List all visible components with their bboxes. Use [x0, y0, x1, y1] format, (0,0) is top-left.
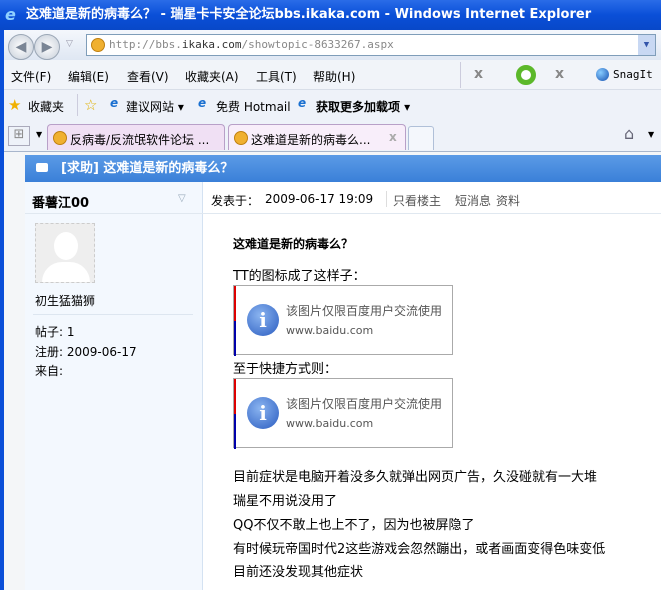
tab-forum[interactable]: 反病毒/反流氓软件论坛 ...	[47, 124, 225, 150]
author-registered: 注册: 2009-06-17	[35, 345, 137, 359]
author-name[interactable]: 番薯江00	[32, 192, 89, 211]
address-dropdown-icon[interactable]: ▼	[638, 35, 655, 55]
snagit-icon	[596, 68, 609, 81]
home-icon[interactable]: ⌂	[624, 124, 634, 143]
menu-edit[interactable]: 编辑(E)	[68, 68, 109, 85]
post-text: TT的图标成了这样子：	[233, 269, 366, 284]
post-text: 瑞星不用说没用了	[233, 494, 338, 509]
menu-file[interactable]: 文件(F)	[11, 68, 51, 85]
info-icon: i	[247, 304, 279, 336]
divider	[33, 314, 193, 315]
history-dropdown-icon[interactable]: ▽	[66, 39, 73, 49]
post-text: 至于快捷方式则：	[233, 362, 338, 377]
toolbar-close-button[interactable]: x	[474, 66, 483, 82]
image-placeholder: i 该图片仅限百度用户交流使用 www.baidu.com	[233, 285, 453, 356]
message-link[interactable]: 短消息	[455, 192, 491, 209]
profile-link[interactable]: 资料	[496, 192, 520, 209]
snagit-button[interactable]: SnagIt	[613, 68, 653, 81]
url-path: /showtopic-8633267.aspx	[241, 38, 394, 51]
hotmail-link[interactable]: 免费 Hotmail	[216, 98, 291, 115]
page-icon: e	[198, 96, 207, 110]
menu-view[interactable]: 查看(V)	[127, 68, 169, 85]
post-text: 目前还没发现其他症状	[233, 565, 364, 580]
title-bar: 这难道是新的病毒么？ - 瑞星卡卡安全论坛bbs.ikaka.com - Win…	[0, 0, 661, 30]
divider	[77, 94, 78, 116]
menu-tools[interactable]: 工具(T)	[256, 68, 297, 85]
new-tab-button[interactable]	[408, 126, 434, 150]
favorites-button[interactable]: 收藏夹	[28, 98, 64, 115]
addons-link[interactable]: 获取更多加载项 ▾	[316, 98, 410, 115]
url-prefix: http://bbs.	[109, 38, 182, 51]
ie-icon: e	[5, 5, 16, 24]
comment-icon	[36, 163, 48, 172]
site-favicon	[234, 131, 248, 145]
page-icon: e	[298, 96, 307, 110]
thread-header: [求助] 这难道是新的病毒么？	[25, 155, 661, 182]
author-from: 来自:	[35, 364, 64, 378]
url-domain: ikaka.com	[181, 38, 242, 51]
author-menu-icon[interactable]: ▽	[178, 193, 186, 204]
image-notice: 该图片仅限百度用户交流使用	[286, 304, 443, 318]
address-bar[interactable]: http://bbs.ikaka.com/showtopic-8633267.a…	[86, 34, 656, 56]
menu-help[interactable]: 帮助(H)	[313, 68, 355, 85]
posted-label: 发表于：	[211, 194, 260, 208]
info-icon: i	[247, 397, 279, 429]
window-title: 这难道是新的病毒么？ - 瑞星卡卡安全论坛bbs.ikaka.com - Win…	[26, 7, 592, 22]
author-rank: 初生猛猫狮	[35, 294, 96, 308]
star-icon: ★	[8, 96, 22, 114]
thread-title: [求助] 这难道是新的病毒么？	[61, 161, 234, 176]
site-favicon	[53, 131, 67, 145]
home-dropdown-icon[interactable]: ▼	[648, 130, 654, 139]
forward-button[interactable]: ▶	[34, 34, 60, 60]
tab-label: 反病毒/反流氓软件论坛 ...	[70, 133, 210, 147]
tab-label: 这难道是新的病毒么...	[251, 133, 371, 147]
tab-close-button[interactable]: x	[389, 130, 397, 144]
menu-favorites[interactable]: 收藏夹(A)	[185, 68, 239, 85]
posted-time: 2009-06-17 19:09	[265, 192, 374, 206]
image-notice: 该图片仅限百度用户交流使用	[286, 397, 443, 411]
post-text: 目前症状是电脑开着没多久就弹出网页广告，久没碰就有一大堆	[233, 470, 598, 485]
divider	[386, 191, 387, 207]
author-posts: 帖子: 1	[35, 325, 75, 339]
toolbar-close-button-2[interactable]: x	[555, 66, 564, 82]
tab-current[interactable]: 这难道是新的病毒么... x	[228, 124, 406, 150]
image-placeholder: i 该图片仅限百度用户交流使用 www.baidu.com	[233, 378, 453, 449]
post-text: 有时候玩帝国时代2这些游戏会忽然蹦出，或者画面变得色味变低	[233, 542, 606, 557]
image-url: www.baidu.com	[286, 324, 374, 337]
avatar[interactable]	[35, 223, 95, 283]
suggested-sites-link[interactable]: 建议网站 ▾	[126, 98, 184, 115]
quick-tabs-icon[interactable]: ⊞	[8, 126, 30, 146]
image-url: www.baidu.com	[286, 417, 374, 430]
add-favorite-icon[interactable]: ☆	[84, 96, 97, 114]
ie-icon: e	[110, 96, 119, 110]
divider	[460, 62, 461, 88]
post-text: QQ不仅不敢上也上不了，因为也被屏隐了	[233, 518, 475, 533]
site-favicon	[91, 38, 105, 52]
post-title: 这难道是新的病毒么？	[233, 237, 354, 251]
back-button[interactable]: ◀	[8, 34, 34, 60]
only-author-link[interactable]: 只看楼主	[393, 192, 441, 209]
refresh-addon-icon[interactable]	[516, 65, 536, 85]
tab-list-dropdown-icon[interactable]: ▼	[36, 130, 42, 139]
